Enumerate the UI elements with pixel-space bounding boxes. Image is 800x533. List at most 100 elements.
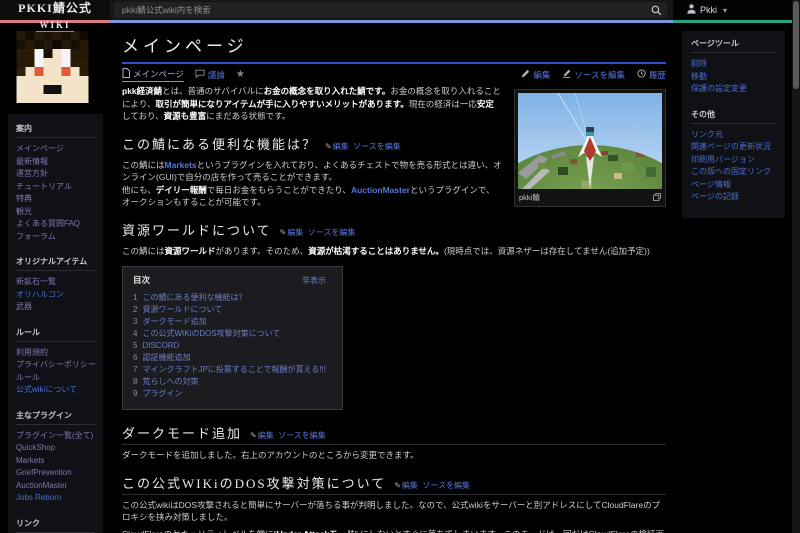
edit-source-button[interactable]: ソースを編集	[562, 69, 625, 81]
dos-paragraph-2: CloudFlareのセキュリティレベルを常に"Under Attackモード"…	[122, 528, 666, 533]
sidebar-item-terms[interactable]: 利用規約	[16, 347, 95, 360]
section-edit-source-link[interactable]: ソースを編集	[278, 431, 326, 440]
toc-link-discord[interactable]: DISCORD	[142, 341, 179, 350]
section-edit-source-link[interactable]: ソースを編集	[353, 142, 401, 151]
sidebar-item-about-wiki[interactable]: 公式wikiについて	[16, 384, 95, 397]
sidebar-item-benefits[interactable]: 特典	[16, 193, 95, 206]
section-edit-link[interactable]: 編集	[333, 142, 349, 151]
toc-link-griefing[interactable]: 荒らしへの対策	[142, 377, 198, 386]
toc-item: 7マインクラフトJPに投票することで報酬が貰える!!!	[133, 364, 326, 376]
toc-link-resource-world[interactable]: 資源ワールドについて	[142, 305, 222, 314]
toc-link-vote[interactable]: マインクラフトJPに投票することで報酬が貰える!!!	[142, 365, 326, 374]
toc-item: 4この公式WIKiのDOS攻撃対策について	[133, 328, 326, 340]
toc-link-dark-mode[interactable]: ダークモード追加	[142, 317, 206, 326]
toc-title: 目次	[133, 274, 150, 286]
page-tools-group: ページツール 削除 移動 保護の設定変更	[691, 38, 776, 96]
sidebar-nav-panel: 案内 メインページ 最新情報 運営方針 チュートリアル 特典 観光 よくある質問…	[8, 114, 103, 533]
sidebar-item-new-ores[interactable]: 新鉱石一覧	[16, 276, 95, 289]
tool-permanent-link[interactable]: この版への固定リンク	[691, 166, 776, 179]
toc-link-dos[interactable]: この公式WIKiのDOS攻撃対策について	[142, 329, 280, 338]
sidebar-heading: ルール	[16, 327, 95, 342]
scrollbar-thumb[interactable]	[793, 1, 799, 89]
auctionmaster-link[interactable]: AuctionMaster	[351, 185, 410, 195]
other-tools-heading: その他	[691, 109, 776, 124]
search-input[interactable]	[114, 5, 645, 15]
top-bar: PKKI鯖公式 WIKI Pkki ▾	[0, 0, 800, 20]
sidebar-item-main-page[interactable]: メインページ	[16, 143, 95, 156]
sidebar-group-original-items: オリジナルアイテム 新鉱石一覧 オリハルコン 武器	[16, 256, 95, 314]
toc-link-auth[interactable]: 認証機能追加	[142, 353, 190, 362]
sidebar-group-guide: 案内 メインページ 最新情報 運営方針 チュートリアル 特典 観光 よくある質問…	[16, 123, 95, 243]
section-heading-dark-mode: ダークモード追加✎編集 ソースを編集	[122, 423, 666, 445]
section-edit-link[interactable]: 編集	[258, 431, 274, 440]
edit-label: 編集	[533, 69, 550, 81]
edit-source-label: ソースを編集	[574, 69, 625, 81]
history-button[interactable]: 履歴	[637, 69, 666, 81]
sidebar-item-policy[interactable]: 運営方針	[16, 168, 95, 181]
sidebar-item-tutorial[interactable]: チュートリアル	[16, 181, 95, 194]
tool-delete[interactable]: 削除	[691, 58, 776, 71]
search-icon[interactable]	[645, 2, 667, 18]
watch-star-icon[interactable]: ★	[236, 69, 245, 80]
minecraft-screenshot[interactable]	[518, 93, 662, 189]
search-box[interactable]	[114, 2, 667, 18]
user-menu[interactable]: Pkki ▾	[673, 0, 792, 20]
sidebar-item-news[interactable]: 最新情報	[16, 156, 95, 169]
tool-related-changes[interactable]: 関連ページの更新状況	[691, 141, 776, 154]
site-logo[interactable]: PKKI鯖公式 WIKI	[0, 2, 110, 33]
markets-link[interactable]: Markets	[165, 160, 197, 170]
sidebar-item-jobs-reborn[interactable]: Jobs Reborn	[16, 492, 95, 505]
chevron-down-icon: ▾	[723, 6, 727, 15]
toc-item: 9プラグイン	[133, 388, 326, 400]
thumbnail-caption: pkki鯖	[519, 192, 540, 203]
pencil-icon: ✎	[280, 228, 287, 237]
expand-icon[interactable]	[653, 193, 661, 203]
sidebar-item-griefprevention[interactable]: GriefPrevention	[16, 467, 95, 480]
sidebar-heading: オリジナルアイテム	[16, 256, 95, 271]
section-edit-source-link[interactable]: ソースを編集	[308, 228, 356, 237]
section-edit-link[interactable]: 編集	[287, 228, 303, 237]
sidebar-item-privacy[interactable]: プライバシーポリシー	[16, 359, 95, 372]
tool-what-links-here[interactable]: リンク元	[691, 129, 776, 142]
tool-printable-version[interactable]: 印刷用バージョン	[691, 154, 776, 167]
tool-page-info[interactable]: ページ情報	[691, 179, 776, 192]
user-name: Pkki	[700, 5, 717, 15]
section-edit-link[interactable]: 編集	[402, 481, 418, 490]
sidebar-item-markets[interactable]: Markets	[16, 455, 95, 468]
toc-item: 5DISCORD	[133, 340, 326, 352]
tool-protection[interactable]: 保護の設定変更	[691, 83, 776, 96]
pencil-square-icon	[562, 69, 571, 80]
tool-move[interactable]: 移動	[691, 71, 776, 84]
accent-strip-blue	[110, 20, 673, 23]
section-heading-dos: この公式WIKiのDOS攻撃対策について✎編集 ソースを編集	[122, 473, 666, 495]
toc-link-plugins[interactable]: プラグイン	[142, 389, 182, 398]
sidebar-item-quickshop[interactable]: QuickShop	[16, 442, 95, 455]
resource-world-paragraph: この鯖には資源ワールドがあります。そのため、資源が枯渇することはありません。(現…	[122, 245, 666, 258]
wiki-window: PKKI鯖公式 WIKI Pkki ▾	[0, 0, 800, 533]
pencil-icon: ✎	[394, 481, 401, 490]
page-tools-sidebar: ページツール 削除 移動 保護の設定変更 その他 リンク元 関連ページの更新状況…	[682, 31, 785, 218]
sidebar-item-weapons[interactable]: 武器	[16, 301, 95, 314]
section-edit-source-link[interactable]: ソースを編集	[422, 481, 470, 490]
sidebar-item-forum[interactable]: フォーラム	[16, 231, 95, 244]
sidebar-item-auctionmaster[interactable]: AuctionMaster	[16, 480, 95, 493]
tab-main-page[interactable]: メインページ	[122, 68, 184, 82]
sidebar-group-rules: ルール 利用規約 プライバシーポリシー ルール 公式wikiについて	[16, 327, 95, 397]
sidebar-group-links: リンク DISCORD DYNMAP MinecraftJP Monocraft	[16, 518, 95, 533]
sidebar-item-orichalcum[interactable]: オリハルコン	[16, 289, 95, 302]
scrollbar[interactable]	[792, 0, 800, 533]
sidebar-item-plugin-list[interactable]: プラグイン一覧(全て)	[16, 430, 95, 443]
sidebar-item-faq[interactable]: よくある質問FAQ	[16, 218, 95, 231]
table-of-contents: 目次 非表示 1この鯖にある便利な機能は？ 2資源ワールドについて 3ダークモー…	[122, 266, 343, 410]
tab-main-label: メインページ	[133, 68, 184, 80]
sidebar-item-sightseeing[interactable]: 観光	[16, 206, 95, 219]
toc-link-features[interactable]: この鯖にある便利な機能は？	[142, 293, 246, 302]
tab-discussion[interactable]: 議論	[195, 69, 225, 81]
sidebar-group-plugins: 主なプラグイン プラグイン一覧(全て) QuickShop Markets Gr…	[16, 410, 95, 505]
talk-icon	[195, 69, 205, 80]
sidebar-item-rules[interactable]: ルール	[16, 372, 95, 385]
user-avatar-icon	[687, 4, 696, 16]
toc-hide-link[interactable]: 非表示	[302, 275, 326, 286]
edit-button[interactable]: 編集	[521, 69, 550, 81]
tool-page-logs[interactable]: ページの記録	[691, 191, 776, 204]
